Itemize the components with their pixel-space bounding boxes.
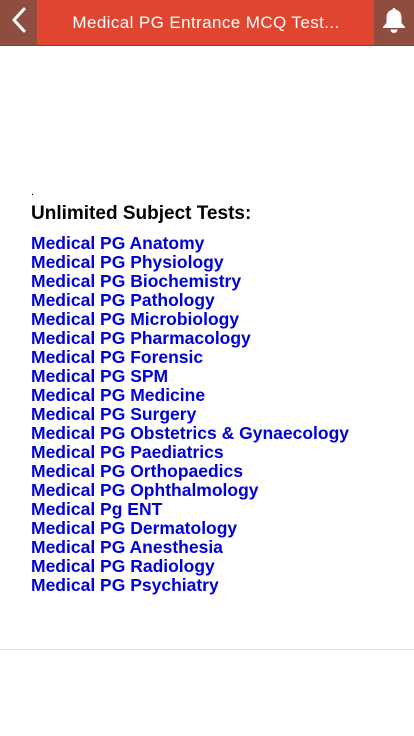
subject-test-link[interactable]: Medical PG Forensic: [31, 348, 349, 367]
subject-test-list: Medical PG Anatomy Medical PG Physiology M…: [31, 234, 349, 595]
page-title: Medical PG Entrance MCQ Test...: [72, 13, 340, 32]
subject-test-link[interactable]: Medical PG Medicine: [31, 386, 349, 405]
stray-dot: .: [31, 186, 35, 198]
notification-button[interactable]: [374, 0, 414, 45]
top-app-bar: Medical PG Entrance MCQ Test...: [0, 0, 414, 46]
subject-test-link[interactable]: Medical PG Microbiology: [31, 310, 349, 329]
subject-test-link[interactable]: Medical PG Ophthalmology: [31, 481, 349, 500]
subject-test-link[interactable]: Medical PG Anatomy: [31, 234, 349, 253]
divider: [0, 649, 414, 650]
back-button[interactable]: [0, 0, 37, 45]
subject-test-link[interactable]: Medical PG Biochemistry: [31, 272, 349, 291]
subject-test-link[interactable]: Medical PG Radiology: [31, 557, 349, 576]
subject-test-link[interactable]: Medical PG Physiology: [31, 253, 349, 272]
subject-test-link[interactable]: Medical PG Psychiatry: [31, 576, 349, 595]
bell-icon: [381, 6, 407, 39]
subject-test-link[interactable]: Medical PG Dermatology: [31, 519, 349, 538]
subject-test-link[interactable]: Medical PG SPM: [31, 367, 349, 386]
subject-test-link[interactable]: Medical PG Paediatrics: [31, 443, 349, 462]
section-heading: Unlimited Subject Tests:: [31, 203, 252, 224]
subject-test-link[interactable]: Medical PG Obstetrics & Gynaecology: [31, 424, 349, 443]
subject-test-link[interactable]: Medical PG Pathology: [31, 291, 349, 310]
subject-test-link[interactable]: Medical PG Pharmacology: [31, 329, 349, 348]
chevron-left-icon: [12, 7, 26, 38]
subject-test-link[interactable]: Medical PG Orthopaedics: [31, 462, 349, 481]
subject-test-link[interactable]: Medical PG Anesthesia: [31, 538, 349, 557]
subject-test-link[interactable]: Medical Pg ENT: [31, 500, 349, 519]
subject-test-link[interactable]: Medical PG Surgery: [31, 405, 349, 424]
